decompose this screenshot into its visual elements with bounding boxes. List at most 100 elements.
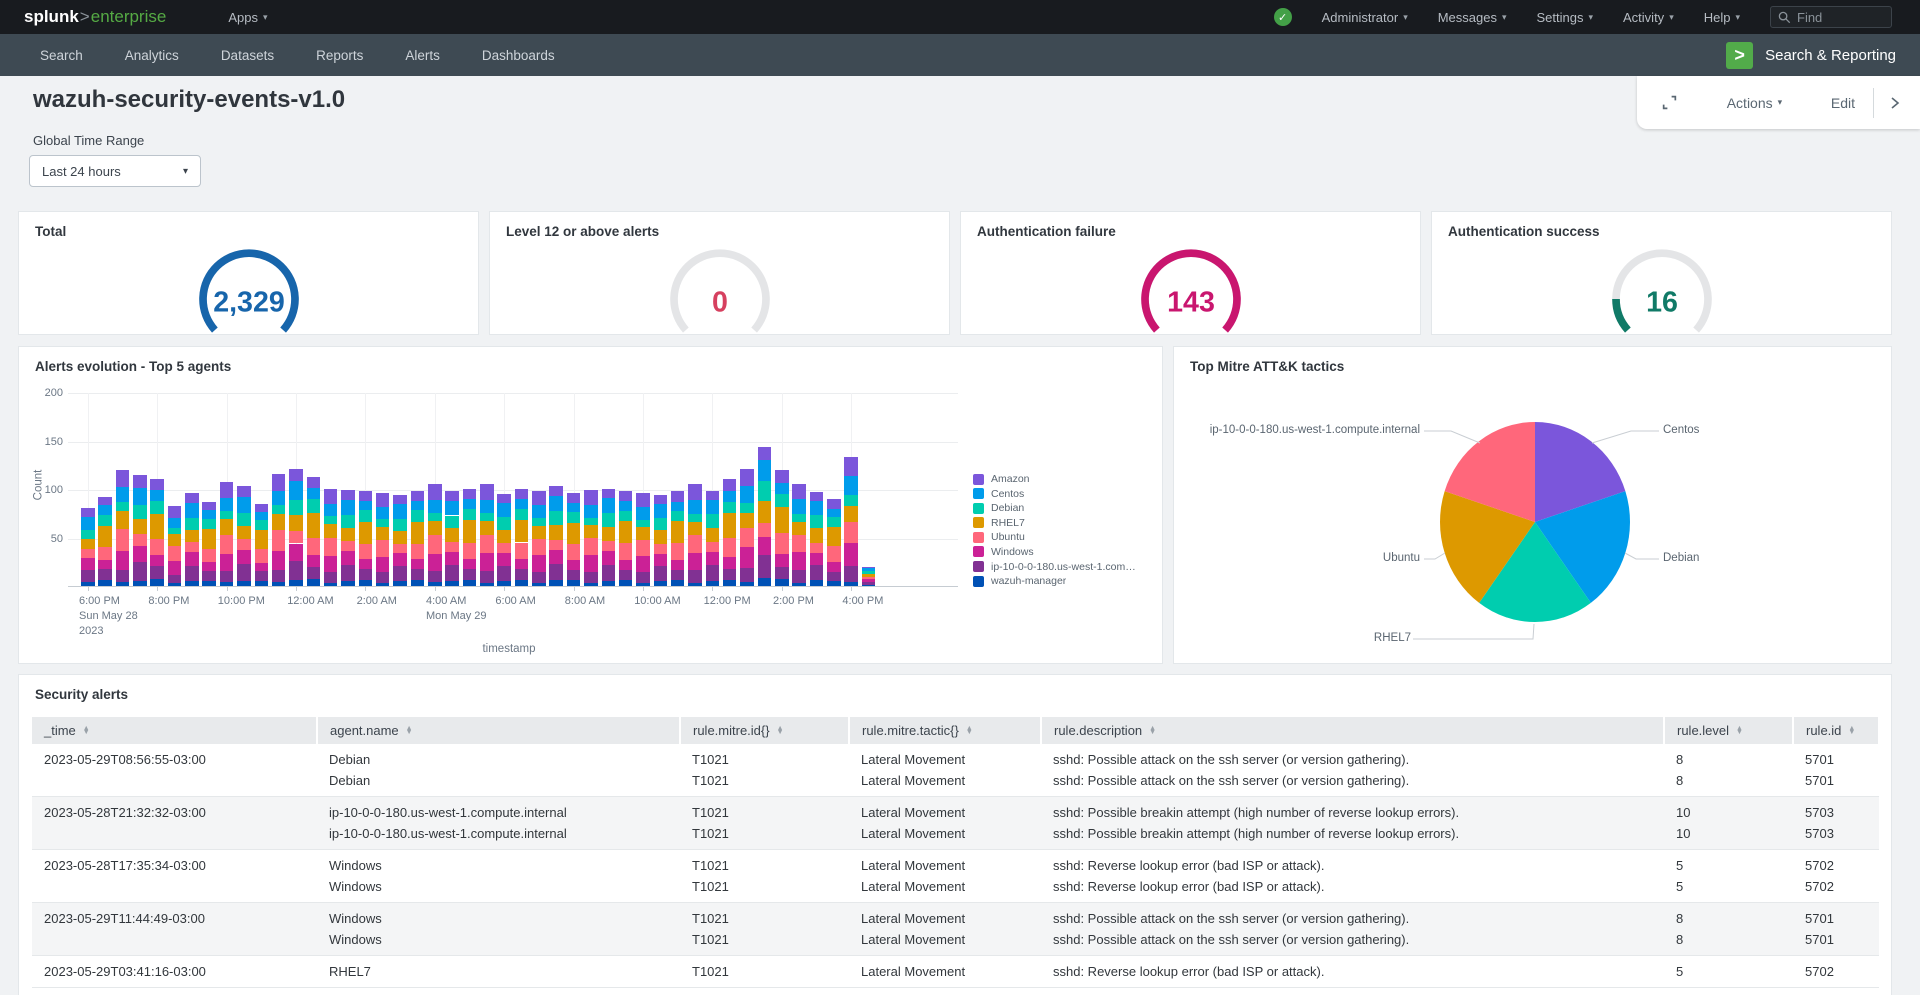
radial-gauge[interactable]: 0 xyxy=(645,240,795,334)
stacked-bar[interactable] xyxy=(844,457,858,586)
stacked-bar[interactable] xyxy=(376,493,390,586)
sort-icon[interactable]: ▲▼ xyxy=(406,727,413,735)
stacked-bar[interactable] xyxy=(775,470,789,586)
table-cell[interactable]: sshd: Reverse lookup error (bad ISP or a… xyxy=(1041,956,1664,988)
stacked-bar[interactable] xyxy=(619,491,633,586)
legend-item[interactable]: ip-10-0-0-180.us-west-1.compute.in... xyxy=(973,561,1141,573)
stacked-bar[interactable] xyxy=(168,506,182,587)
table-header-cell[interactable]: rule.description▲▼ xyxy=(1041,717,1664,744)
stacked-bar[interactable] xyxy=(654,495,668,586)
activity-menu[interactable]: Activity ▾ xyxy=(1623,10,1674,25)
table-cell[interactable]: 2023-05-29T08:56:55-03:00 xyxy=(32,744,317,797)
messages-menu[interactable]: Messages ▾ xyxy=(1438,10,1507,25)
stacked-bar[interactable] xyxy=(671,491,685,586)
stacked-bar[interactable] xyxy=(220,482,234,586)
stacked-bar[interactable] xyxy=(497,494,511,586)
table-cell[interactable]: 5 xyxy=(1664,956,1793,988)
legend-item[interactable]: Debian xyxy=(973,502,1141,514)
table-header-cell[interactable]: rule.mitre.tactic{}▲▼ xyxy=(849,717,1041,744)
stacked-bar[interactable] xyxy=(116,470,130,586)
table-row[interactable]: 2023-05-29T03:41:16-03:00RHEL7T1021Later… xyxy=(32,956,1879,988)
stacked-bar[interactable] xyxy=(792,484,806,586)
nav-item-reports[interactable]: Reports xyxy=(295,48,384,63)
stacked-bar[interactable] xyxy=(150,479,164,586)
settings-menu[interactable]: Settings ▾ xyxy=(1537,10,1594,25)
stacked-bar[interactable] xyxy=(740,469,754,586)
stacked-bar[interactable] xyxy=(237,486,251,586)
table-cell[interactable]: 2023-05-28T21:32:32-03:00 xyxy=(32,797,317,850)
find-search-box[interactable] xyxy=(1770,6,1892,28)
table-cell[interactable]: T1021T1021 xyxy=(680,797,849,850)
table-cell[interactable]: 2023-05-28T17:35:34-03:00 xyxy=(32,850,317,903)
stacked-bar[interactable] xyxy=(445,491,459,586)
splunk-logo[interactable]: splunk > enterprise xyxy=(24,7,166,27)
collapse-chevron-icon[interactable] xyxy=(1888,95,1902,111)
stacked-bar[interactable] xyxy=(307,477,321,586)
table-cell[interactable]: 57015701 xyxy=(1793,744,1879,797)
table-header-cell[interactable]: rule.id▲▼ xyxy=(1793,717,1879,744)
table-cell[interactable]: T1021T1021 xyxy=(680,850,849,903)
table-cell[interactable]: 5702 xyxy=(1793,956,1879,988)
stacked-bar[interactable] xyxy=(411,491,425,586)
stacked-bar[interactable] xyxy=(480,484,494,586)
table-cell[interactable]: T1021T1021 xyxy=(680,903,849,956)
table-cell[interactable]: 57025702 xyxy=(1793,850,1879,903)
radial-gauge[interactable]: 16 xyxy=(1587,240,1737,334)
search-reporting-app-icon[interactable]: > xyxy=(1726,42,1753,69)
table-cell[interactable]: T1021 xyxy=(680,956,849,988)
find-input[interactable] xyxy=(1797,10,1884,25)
stacked-bar[interactable] xyxy=(81,508,95,586)
legend-item[interactable]: Ubuntu xyxy=(973,531,1141,543)
time-range-dropdown[interactable]: Last 24 hours ▾ xyxy=(29,155,201,187)
sort-icon[interactable]: ▲▼ xyxy=(1736,727,1743,735)
edit-button[interactable]: Edit xyxy=(1831,95,1855,111)
table-row[interactable]: 2023-05-28T21:32:32-03:00 ip-10-0-0-180.… xyxy=(32,797,1879,850)
table-cell[interactable]: 1010 xyxy=(1664,797,1793,850)
stacked-bar[interactable] xyxy=(688,484,702,586)
stacked-bar[interactable] xyxy=(602,489,616,586)
sort-icon[interactable]: ▲▼ xyxy=(1848,727,1855,735)
stacked-bar[interactable] xyxy=(133,475,147,586)
stacked-bar[interactable] xyxy=(289,469,303,586)
table-cell[interactable]: 2023-05-29T03:41:16-03:00 xyxy=(32,956,317,988)
table-cell[interactable]: WindowsWindows xyxy=(317,850,680,903)
table-row[interactable]: 2023-05-29T08:56:55-03:00 DebianDebianT1… xyxy=(32,744,1879,797)
table-cell[interactable]: 55 xyxy=(1664,850,1793,903)
sort-icon[interactable]: ▲▼ xyxy=(777,727,784,735)
sort-icon[interactable]: ▲▼ xyxy=(1149,727,1156,735)
table-cell[interactable]: sshd: Reverse lookup error (bad ISP or a… xyxy=(1041,850,1664,903)
stacked-bar[interactable] xyxy=(515,489,529,586)
legend-item[interactable]: RHEL7 xyxy=(973,517,1141,529)
stacked-bar[interactable] xyxy=(549,486,563,586)
table-cell[interactable]: 57035703 xyxy=(1793,797,1879,850)
stacked-bar[interactable] xyxy=(324,489,338,586)
stacked-bar[interactable] xyxy=(723,479,737,586)
table-cell[interactable]: sshd: Possible attack on the ssh server … xyxy=(1041,903,1664,956)
table-header-cell[interactable]: _time▲▼ xyxy=(32,717,317,744)
table-cell[interactable]: sshd: Possible attack on the ssh server … xyxy=(1041,744,1664,797)
stacked-bar[interactable] xyxy=(827,499,841,586)
stacked-bar[interactable] xyxy=(185,493,199,586)
nav-item-dashboards[interactable]: Dashboards xyxy=(461,48,576,63)
stacked-bar[interactable] xyxy=(428,484,442,586)
help-menu[interactable]: Help ▾ xyxy=(1704,10,1740,25)
legend-item[interactable]: Amazon xyxy=(973,473,1141,485)
legend-item[interactable]: wazuh-manager xyxy=(973,575,1141,587)
legend-item[interactable]: Windows xyxy=(973,546,1141,558)
stacked-bar[interactable] xyxy=(393,495,407,586)
table-cell[interactable]: 88 xyxy=(1664,744,1793,797)
table-cell[interactable]: WindowsWindows xyxy=(317,903,680,956)
stacked-bar[interactable] xyxy=(567,493,581,586)
stacked-bar[interactable] xyxy=(636,493,650,586)
fullscreen-icon[interactable] xyxy=(1661,94,1678,111)
table-header-cell[interactable]: rule.level▲▼ xyxy=(1664,717,1793,744)
stacked-bar[interactable] xyxy=(272,473,286,586)
nav-item-datasets[interactable]: Datasets xyxy=(200,48,295,63)
nav-item-search[interactable]: Search xyxy=(0,48,104,63)
radial-gauge[interactable]: 2,329 xyxy=(174,240,324,334)
stacked-bar[interactable] xyxy=(758,447,772,586)
stacked-bar[interactable] xyxy=(706,491,720,586)
table-cell[interactable]: sshd: Possible breakin attempt (high num… xyxy=(1041,797,1664,850)
sort-icon[interactable]: ▲▼ xyxy=(83,727,90,735)
stacked-bar[interactable] xyxy=(341,490,355,586)
